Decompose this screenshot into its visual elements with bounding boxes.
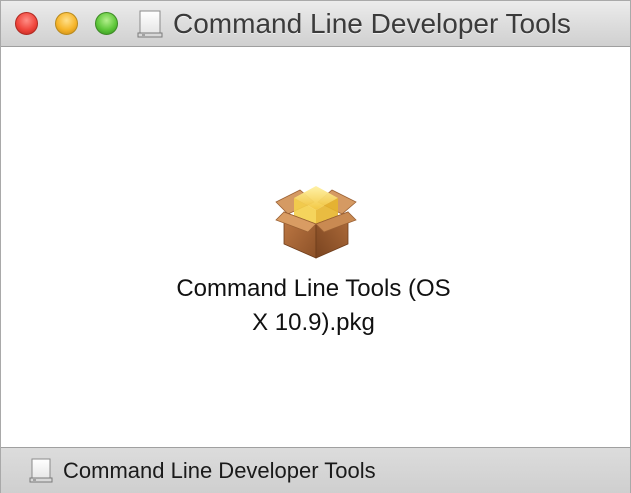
file-name-line-2: X 10.9).pkg [252, 309, 375, 336]
disk-image-icon[interactable] [137, 9, 163, 39]
title-bar[interactable]: Command Line Developer Tools [1, 1, 630, 47]
path-bar: Command Line Developer Tools [1, 447, 630, 493]
folder-content[interactable]: Command Line Tools (OS X 10.9).pkg [1, 47, 630, 447]
file-item-pkg[interactable]: Command Line Tools (OS X 10.9).pkg [151, 172, 481, 342]
path-bar-label[interactable]: Command Line Developer Tools [63, 458, 376, 484]
close-button[interactable] [15, 12, 38, 35]
file-name-line-1: Command Line Tools (OS [176, 275, 451, 302]
disk-image-icon[interactable] [29, 458, 53, 484]
finder-window: Command Line Developer Tools Command Lin… [0, 0, 631, 493]
file-name: Command Line Tools (OS X 10.9).pkg [151, 272, 476, 340]
window-title: Command Line Developer Tools [173, 8, 571, 39]
package-icon[interactable] [266, 172, 364, 260]
zoom-button[interactable] [95, 12, 118, 35]
minimize-button[interactable] [55, 12, 78, 35]
